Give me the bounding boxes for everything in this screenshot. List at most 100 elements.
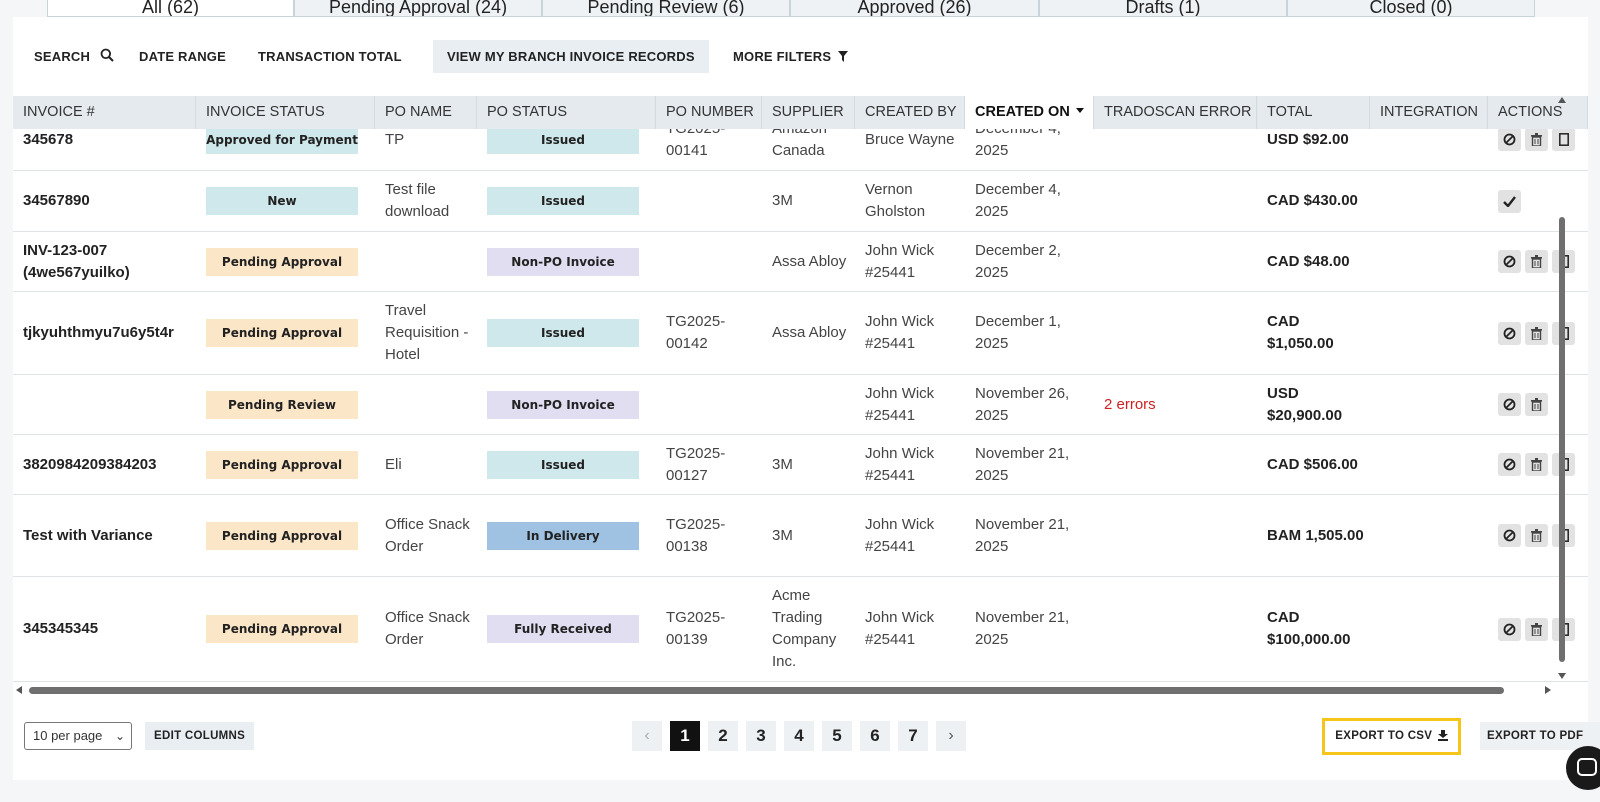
delete-icon[interactable]	[1525, 393, 1548, 416]
scroll-left-icon[interactable]	[15, 686, 23, 694]
cell-po-name	[375, 375, 477, 434]
export-csv-button[interactable]: EXPORT TO CSV	[1322, 718, 1461, 755]
next-page-button[interactable]: ›	[936, 721, 966, 751]
tab-all[interactable]: All (62)	[47, 0, 294, 17]
tab-approved[interactable]: Approved (26)	[790, 0, 1039, 17]
cell-total: BAM 1,505.00	[1257, 495, 1370, 576]
col-invoice-number[interactable]: INVOICE #	[13, 96, 196, 129]
status-badge: Fully Received	[487, 615, 639, 643]
page-button[interactable]: 1	[670, 721, 700, 751]
table-row[interactable]: 345345345 Pending Approval Office Snack Or…	[13, 577, 1588, 682]
pagination: ‹ 1 2 3 4 5 6 7 ›	[632, 721, 974, 751]
cancel-icon[interactable]	[1498, 321, 1521, 345]
cell-po-status: Issued	[477, 292, 656, 374]
col-created-on[interactable]: CREATED ON	[965, 96, 1094, 129]
approve-icon[interactable]	[1498, 189, 1521, 213]
cell-created-by-text: John Wick #25441	[865, 515, 935, 555]
page-button[interactable]: 2	[708, 721, 738, 751]
search-button[interactable]: SEARCH	[34, 40, 114, 73]
page-button[interactable]: 4	[784, 721, 814, 751]
cell-tradoscan-error	[1094, 577, 1257, 681]
page-button[interactable]: 3	[746, 721, 776, 751]
table-row[interactable]: INV-123-007 (4we567yuilko) Pending Approv…	[13, 232, 1588, 292]
cell-po-number	[656, 375, 762, 434]
cell-tradoscan-error	[1094, 232, 1257, 291]
cell-created-by: John Wick #25441	[855, 232, 965, 291]
status-badge: Issued	[487, 187, 639, 215]
table-row[interactable]: tjkyuhthmyu7u6y5t4r Pending Approval Trave…	[13, 292, 1588, 375]
tab-closed[interactable]: Closed (0)	[1287, 0, 1535, 17]
cell-created-by-text: John Wick #25441	[865, 609, 935, 648]
cell-supplier-text: 3M	[772, 192, 793, 209]
cancel-icon[interactable]	[1498, 250, 1521, 273]
per-page-value: 10 per page	[33, 728, 103, 743]
cell-created-on-text: December 2, 2025	[975, 241, 1061, 281]
cancel-icon[interactable]	[1498, 524, 1521, 547]
cell-po-status: Non-PO Invoice	[477, 375, 656, 434]
cell-created-on-text: November 21, 2025	[975, 444, 1070, 484]
cell-total-text: CAD $100,000.00	[1267, 609, 1351, 648]
scroll-right-icon[interactable]	[1544, 686, 1552, 694]
cell-total: USD $20,900.00	[1257, 375, 1370, 434]
transaction-total-button[interactable]: TRANSACTION TOTAL	[258, 40, 402, 73]
table-row[interactable]: Pending Review Non-PO Invoice John Wick #2…	[13, 375, 1588, 435]
cell-total-text: CAD $48.00	[1267, 252, 1350, 270]
table-row[interactable]: 3820984209384203 Pending Approval Eli Issue…	[13, 435, 1588, 495]
delete-icon[interactable]	[1525, 321, 1548, 345]
prev-page-button[interactable]: ‹	[632, 721, 662, 751]
delete-icon[interactable]	[1525, 453, 1548, 476]
chat-launcher-icon[interactable]	[1566, 746, 1600, 790]
page-button[interactable]: 6	[860, 721, 890, 751]
page-button[interactable]: 5	[822, 721, 852, 751]
cancel-icon[interactable]	[1498, 393, 1521, 416]
cell-total-text: USD $20,900.00	[1267, 384, 1343, 424]
cell-supplier: 3M	[762, 171, 855, 231]
cell-created-by: John Wick #25441	[855, 292, 965, 374]
horizontal-scroll-thumb[interactable]	[29, 687, 1504, 694]
delete-icon[interactable]	[1525, 524, 1548, 547]
table-row[interactable]: Test with Variance Pending Approval Office…	[13, 495, 1588, 577]
edit-columns-button[interactable]: EDIT COLUMNS	[145, 722, 255, 750]
cell-actions	[1488, 232, 1588, 291]
cell-created-by: John Wick #25441	[855, 435, 965, 494]
col-supplier[interactable]: SUPPLIER	[762, 96, 855, 129]
col-po-status[interactable]: PO STATUS	[477, 96, 656, 129]
cell-tradoscan-error	[1094, 171, 1257, 231]
col-po-number[interactable]: PO NUMBER	[656, 96, 762, 129]
scroll-up-icon[interactable]	[1558, 96, 1566, 104]
delete-icon[interactable]	[1525, 617, 1548, 641]
cell-po-status: In Delivery	[477, 495, 656, 576]
cancel-icon[interactable]	[1498, 128, 1521, 151]
col-created-by[interactable]: CREATED BY	[855, 96, 965, 129]
tab-pending-review[interactable]: Pending Review (6)	[542, 0, 790, 17]
branch-invoice-records-button[interactable]: VIEW MY BRANCH INVOICE RECORDS	[433, 40, 709, 73]
tab-pending-approval[interactable]: Pending Approval (24)	[294, 0, 542, 17]
cell-invoice-number: 34567890	[13, 171, 196, 231]
col-tradoscan-error[interactable]: TRADOSCAN ERROR	[1094, 96, 1257, 129]
col-po-name[interactable]: PO NAME	[375, 96, 477, 129]
scroll-down-icon[interactable]	[1558, 672, 1566, 680]
page-button[interactable]: 7	[898, 721, 928, 751]
col-total[interactable]: TOTAL	[1257, 96, 1370, 129]
cell-po-name-text: Test file download	[385, 181, 450, 220]
cell-created-on-text: November 26, 2025	[975, 384, 1070, 424]
more-filters-button[interactable]: MORE FILTERS	[733, 40, 849, 73]
table-row[interactable]: 34567890 New Test file download Issued 3M Ver…	[13, 171, 1588, 232]
cell-invoice-status: Pending Approval	[196, 292, 375, 374]
cell-po-number-text: TG2025-00139	[666, 609, 726, 648]
col-invoice-status[interactable]: INVOICE STATUS	[196, 96, 375, 129]
vertical-scrollbar[interactable]	[1556, 96, 1568, 680]
cell-actions	[1488, 495, 1588, 576]
cell-total-text: CAD $1,050.00	[1267, 313, 1334, 352]
delete-icon[interactable]	[1525, 128, 1548, 151]
cancel-icon[interactable]	[1498, 453, 1521, 476]
cell-total: CAD $48.00	[1257, 232, 1370, 291]
tab-drafts[interactable]: Drafts (1)	[1039, 0, 1287, 17]
per-page-select[interactable]: 10 per page ⌄	[24, 722, 132, 750]
cancel-icon[interactable]	[1498, 617, 1521, 641]
delete-icon[interactable]	[1525, 250, 1548, 273]
col-integration[interactable]: INTEGRATION	[1370, 96, 1488, 129]
vertical-scroll-thumb[interactable]	[1559, 217, 1565, 662]
horizontal-scrollbar[interactable]	[13, 684, 1556, 696]
date-range-button[interactable]: DATE RANGE	[139, 40, 226, 73]
